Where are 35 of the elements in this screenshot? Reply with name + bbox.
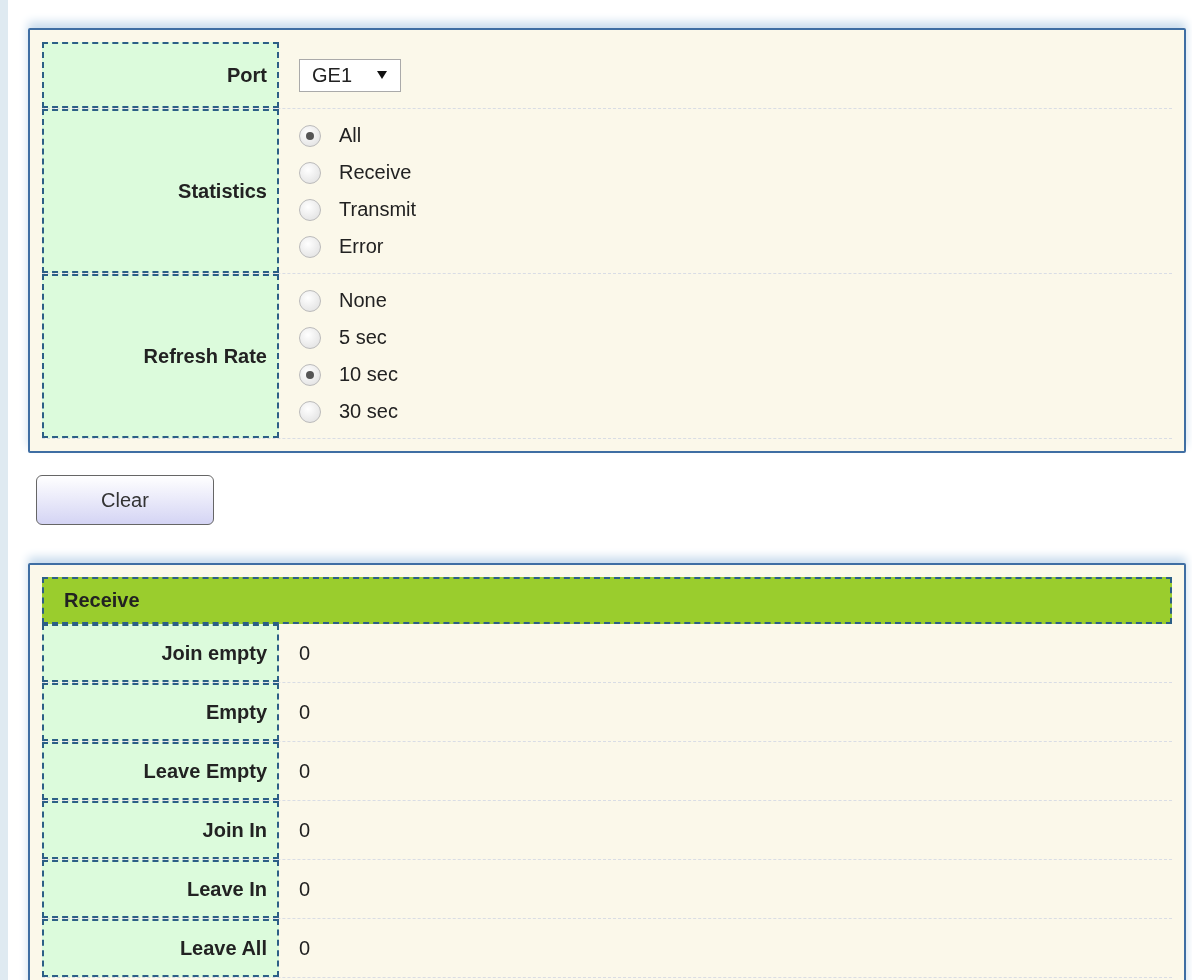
radio-label[interactable]: Error — [339, 235, 384, 258]
field-label: Refresh Rate — [42, 274, 279, 438]
radio-label[interactable]: Transmit — [339, 198, 417, 221]
counter-label: Empty — [42, 683, 279, 741]
radio-button[interactable] — [299, 363, 321, 386]
radio-button[interactable] — [299, 161, 321, 184]
counter-value: 0 — [298, 758, 312, 784]
radio-button[interactable] — [299, 289, 321, 312]
field-label: Port — [42, 42, 279, 108]
radio-label[interactable]: None — [339, 289, 387, 312]
clear-button[interactable]: Clear — [36, 475, 214, 525]
counter-label: Join empty — [42, 624, 279, 682]
counter-label: Join In — [42, 801, 279, 859]
field-label: Statistics — [42, 109, 279, 273]
radio-button[interactable] — [299, 198, 321, 221]
radio-label[interactable]: Receive — [339, 161, 412, 184]
radio-label[interactable]: 30 sec — [339, 400, 398, 423]
caret-icon — [376, 70, 389, 80]
radio-button[interactable] — [299, 124, 321, 147]
counter-value: 0 — [298, 817, 312, 843]
counter-value: 0 — [298, 935, 312, 961]
counter-value: 0 — [298, 876, 312, 902]
counter-label: Leave Empty — [42, 742, 279, 800]
section-header: Receive — [42, 577, 1172, 624]
radio-label[interactable]: 5 sec — [339, 326, 387, 349]
radio-label[interactable]: 10 sec — [339, 363, 398, 386]
counter-label: Leave In — [42, 860, 279, 918]
port-dropdown[interactable]: GE1 — [299, 58, 402, 92]
counter-value: 0 — [298, 699, 312, 725]
counter-value: 0 — [298, 640, 312, 666]
radio-button[interactable] — [299, 400, 321, 423]
counter-label: Leave All — [42, 919, 279, 977]
radio-button[interactable] — [299, 235, 321, 258]
radio-button[interactable] — [299, 326, 321, 349]
radio-label[interactable]: All — [339, 124, 362, 147]
